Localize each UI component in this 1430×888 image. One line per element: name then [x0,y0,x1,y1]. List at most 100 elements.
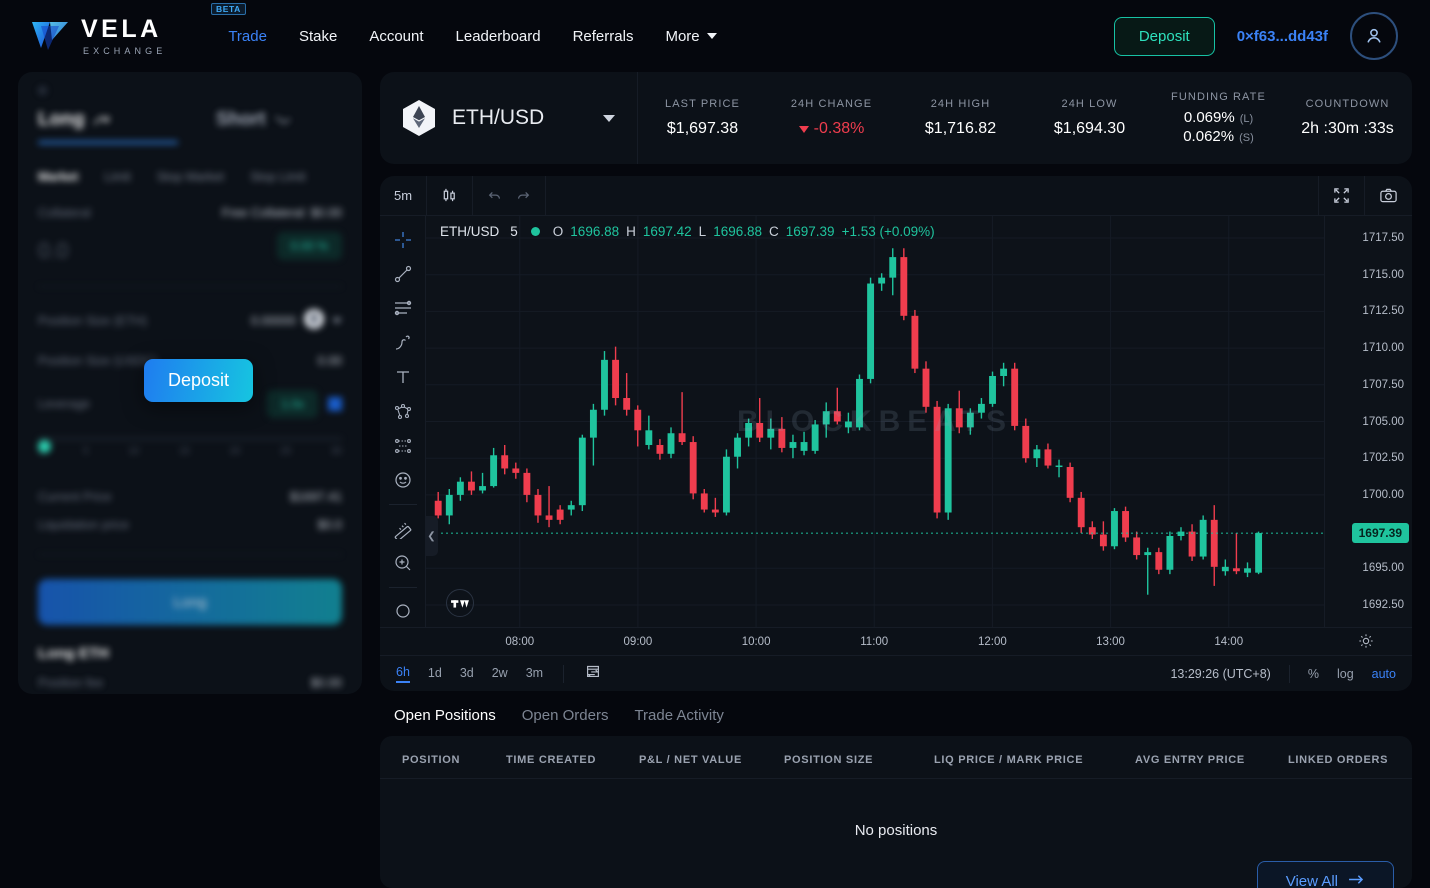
legend-change: +1.53 (+0.09%) [842,224,935,239]
nav-item-referrals[interactable]: Referrals [573,28,634,45]
order-type-market[interactable]: Market [38,170,78,184]
position-fee-row: Position fee $0.00 [38,676,342,690]
magnet-icon[interactable] [386,596,420,627]
price-tick-label: 1702.50 [1362,452,1404,464]
chart-settings-gear-icon[interactable] [1358,633,1374,654]
free-collateral: Free Collateral: $0.00 [222,206,342,220]
range-1d[interactable]: 1d [428,666,442,682]
brush-icon[interactable] [386,327,420,358]
legend-c-key: C [769,224,779,239]
range-6h[interactable]: 6h [396,665,410,683]
forecast-icon[interactable] [386,430,420,461]
tab-long[interactable]: Long [38,109,216,131]
price-tick-label: 1700.00 [1362,489,1404,501]
pair-name: ETH/USD [452,106,544,130]
wallet-address[interactable]: 0×f63...dd43f [1237,28,1328,45]
nav-label: More [665,28,699,45]
range-2w[interactable]: 2w [492,666,508,682]
collapse-toolbar-button[interactable]: ❮ [426,516,438,556]
view-all-button[interactable]: View All [1257,861,1394,888]
funding-values: 0.069%(L) 0.062%(S) [1154,109,1283,145]
nav-item-account[interactable]: Account [369,28,423,45]
horizontal-lines-icon[interactable] [386,293,420,324]
tab-short[interactable]: Short [216,109,292,131]
chevron-down-icon[interactable] [603,115,615,122]
tradingview-logo-icon[interactable] [446,589,474,617]
stat-label: FUNDING RATE [1154,91,1283,103]
pattern-icon[interactable] [386,396,420,427]
interval-selector[interactable]: 5m [380,176,427,215]
main-content: Long Short Market Limit Stop Market Stop… [0,72,1430,888]
date-range-icon[interactable] [584,662,602,685]
range-3d[interactable]: 3d [460,666,474,682]
leverage-value[interactable]: 1.0x [267,390,318,418]
price-axis[interactable]: 1717.501715.001712.501710.001707.501705.… [1324,216,1412,627]
slider-knob[interactable] [38,440,51,453]
submit-long-button[interactable]: Long [38,579,342,625]
stat-label: COUNTDOWN [1283,98,1412,110]
legend-h-key: H [626,224,636,239]
toolbar-separator [389,504,417,505]
positions-section: Open Positions Open Orders Trade Activit… [380,707,1412,888]
deposit-tooltip[interactable]: Deposit [144,359,253,402]
nav-item-trade[interactable]: Trade [228,28,267,45]
legend-symbol: ETH/USD [440,224,499,239]
time-tick-label: 13:00 [1096,636,1125,648]
current-price-label: Current Price [38,490,112,504]
price-tick-label: 1712.50 [1362,305,1404,317]
price-tick-label: 1717.50 [1362,232,1404,244]
chart-timezone[interactable]: 13:29:26 (UTC+8) [1170,667,1270,681]
brand-logo[interactable]: VELA EXCHANGE BETA [28,14,166,58]
chart-plot-area[interactable]: ❮ ETH/USD 5 O1696.88 H1697.42 L1696.88 C… [426,216,1324,627]
pair-selector[interactable]: ETH/USD [380,72,638,164]
time-tick-label: 12:00 [978,636,1007,648]
leverage-toggle[interactable] [328,397,342,411]
emoji-icon[interactable] [386,465,420,496]
zoom-in-icon[interactable] [386,547,420,578]
scale-auto-button[interactable]: auto [1372,667,1396,681]
order-type-stop-limit[interactable]: Stop Limit [250,170,306,184]
fullscreen-button[interactable] [1318,176,1364,215]
liq-price-row: Liquidation price $0.0 [38,518,342,532]
range-3m[interactable]: 3m [526,666,543,682]
legend-resolution: 5 [510,224,518,239]
chevron-down-icon[interactable] [332,318,342,324]
redo-button[interactable] [509,176,546,215]
scale-log-button[interactable]: log [1337,667,1354,681]
nav-item-leaderboard[interactable]: Leaderboard [456,28,541,45]
tick: 5 [83,446,89,457]
legend-o-key: O [553,224,564,239]
tick: 20 [230,446,241,457]
candlestick-series [426,216,1324,627]
order-type-limit[interactable]: Limit [104,170,130,184]
order-type-stop-market[interactable]: Stop Market [157,170,224,184]
vela-logo-icon [28,14,72,58]
nav-item-more[interactable]: More [665,28,716,45]
text-icon[interactable] [386,362,420,393]
chart-toolbar: 5m [380,176,1412,216]
ruler-icon[interactable] [386,513,420,544]
trend-line-icon[interactable] [386,258,420,289]
chart-type-button[interactable] [427,176,473,215]
side-tabs: Long Short [38,109,342,131]
scale-percent-button[interactable]: % [1308,667,1319,681]
snapshot-camera-button[interactable] [1364,176,1412,215]
legend-l-key: L [699,224,707,239]
avatar[interactable] [1350,12,1398,60]
position-size-eth-value[interactable]: 0.00000 [251,314,296,328]
tab-trade-activity[interactable]: Trade Activity [634,707,723,724]
nav-item-stake[interactable]: Stake [299,28,337,45]
price-tick-label: 1705.00 [1362,416,1404,428]
collateral-percent-badge[interactable]: 0.00 % [277,232,342,260]
undo-button[interactable] [473,176,509,215]
collateral-input[interactable]: 0.0 [38,238,69,264]
col-position-size: POSITION SIZE [784,754,934,766]
crosshair-icon[interactable] [386,224,420,255]
legend-l-value: 1696.88 [713,224,762,239]
deposit-button[interactable]: Deposit [1114,17,1215,56]
tab-open-positions[interactable]: Open Positions [394,707,496,724]
tab-open-orders[interactable]: Open Orders [522,707,609,724]
leverage-slider[interactable]: 1 5 10 15 20 25 30 [38,438,342,468]
time-tick-label: 09:00 [624,636,653,648]
time-axis[interactable]: 08:0009:0010:0011:0012:0013:0014:00 [380,627,1412,655]
